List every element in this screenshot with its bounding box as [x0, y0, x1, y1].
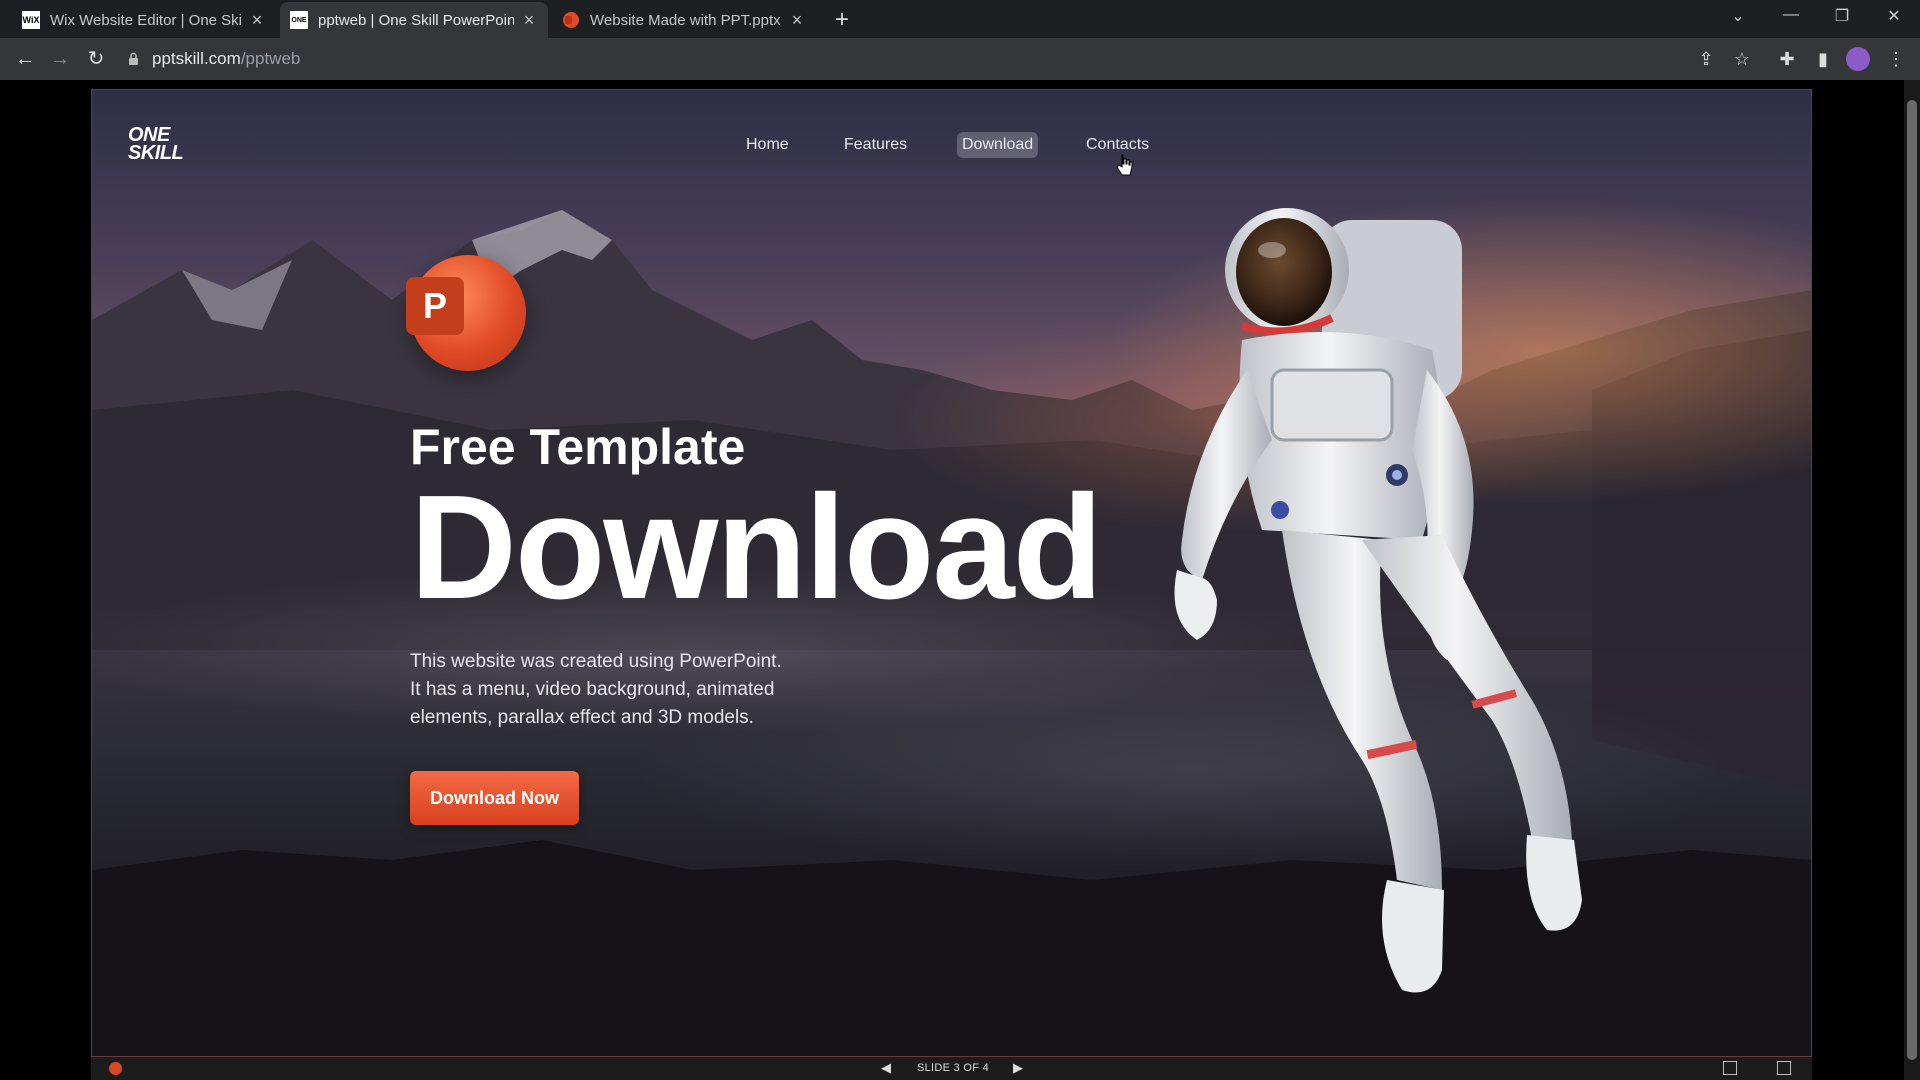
minimize-icon[interactable]: —	[1781, 6, 1801, 24]
tab-title: Website Made with PPT.pptx - M	[590, 11, 782, 29]
nav-download[interactable]: Download	[957, 130, 1039, 160]
astronaut-3d-model	[1174, 208, 1582, 993]
powerpoint-status-icon	[109, 1062, 122, 1075]
url-path: /pptweb	[240, 49, 301, 68]
fullscreen-icon[interactable]	[1777, 1061, 1791, 1075]
oneskill-logo[interactable]: ONE SKILL	[128, 125, 184, 164]
slide-website: ONE SKILL Home Features Download Contact…	[91, 89, 1812, 1057]
new-tab-button[interactable]: +	[830, 6, 854, 34]
lock-icon	[124, 52, 142, 66]
back-arrow-icon[interactable]: ←	[12, 46, 38, 72]
close-tab-icon[interactable]: ×	[788, 10, 806, 31]
kebab-menu-icon[interactable]: ⋮	[1884, 47, 1908, 71]
hero-description: This website was created using PowerPoin…	[410, 648, 870, 732]
powerpoint-letter: P	[406, 277, 464, 335]
scrollbar-thumb[interactable]	[1907, 100, 1917, 1060]
forward-arrow-icon[interactable]: →	[47, 46, 73, 72]
close-tab-icon[interactable]: ×	[248, 10, 266, 31]
profile-avatar[interactable]	[1846, 47, 1870, 71]
page-viewport: ONE SKILL Home Features Download Contact…	[0, 80, 1920, 1080]
extensions-puzzle-icon[interactable]: ✚	[1775, 47, 1799, 71]
side-panel-icon[interactable]: ▮	[1811, 47, 1835, 71]
tab-title: pptweb | One Skill PowerPoint	[318, 11, 514, 29]
close-tab-icon[interactable]: ×	[520, 10, 538, 31]
restore-icon[interactable]: ❐	[1832, 6, 1852, 26]
close-window-icon[interactable]: ✕	[1884, 6, 1904, 26]
description-line: elements, parallax effect and 3D models.	[410, 707, 754, 728]
powerpoint-favicon-icon	[562, 11, 580, 29]
bookmark-star-icon[interactable]: ☆	[1730, 47, 1754, 71]
browser-tab-strip: WiX Wix Website Editor | One Skill Po × …	[0, 0, 1920, 38]
previous-slide-icon[interactable]: ◀	[881, 1060, 891, 1076]
tab-pptx-file[interactable]: Website Made with PPT.pptx - M ×	[552, 2, 816, 38]
address-bar[interactable]: pptskill.com/pptweb	[124, 43, 1704, 75]
tab-search-icon[interactable]: ⌄	[1728, 6, 1748, 26]
browser-toolbar: ← → ↻ pptskill.com/pptweb ⇪ ☆ ✚ ▮ ⋮	[0, 38, 1920, 80]
reload-icon[interactable]: ↻	[83, 46, 109, 72]
tab-wix-editor[interactable]: WiX Wix Website Editor | One Skill Po ×	[12, 2, 276, 38]
slideshow-status-bar: ◀ SLIDE 3 OF 4 ▶	[91, 1057, 1812, 1080]
powerpoint-logo-icon: P	[406, 255, 526, 371]
nav-features[interactable]: Features	[839, 130, 912, 160]
url-host: pptskill.com	[152, 49, 241, 68]
oneskill-favicon-icon: ONE	[290, 11, 308, 29]
nav-download-label: Download	[957, 132, 1039, 158]
logo-line: SKILL	[128, 142, 184, 164]
tab-pptweb[interactable]: ONE pptweb | One Skill PowerPoint ×	[280, 2, 548, 38]
mouse-cursor-icon	[1116, 154, 1133, 176]
nav-features-label: Features	[844, 136, 908, 153]
next-slide-icon[interactable]: ▶	[1013, 1060, 1023, 1076]
download-now-button[interactable]: Download Now	[410, 771, 579, 825]
page-scrollbar[interactable]	[1904, 80, 1920, 1080]
tab-title: Wix Website Editor | One Skill Po	[50, 11, 242, 29]
nav-home-label: Home	[746, 136, 789, 153]
slide-counter: SLIDE 3 OF 4	[917, 1062, 990, 1074]
description-line: It has a menu, video background, animate…	[410, 679, 775, 700]
view-mode-icon[interactable]	[1723, 1061, 1737, 1075]
share-icon[interactable]: ⇪	[1694, 47, 1718, 71]
wix-favicon-icon: WiX	[22, 11, 40, 29]
nav-home[interactable]: Home	[741, 130, 794, 160]
hero-headline: Download	[410, 465, 1103, 630]
description-line: This website was created using PowerPoin…	[410, 651, 782, 672]
